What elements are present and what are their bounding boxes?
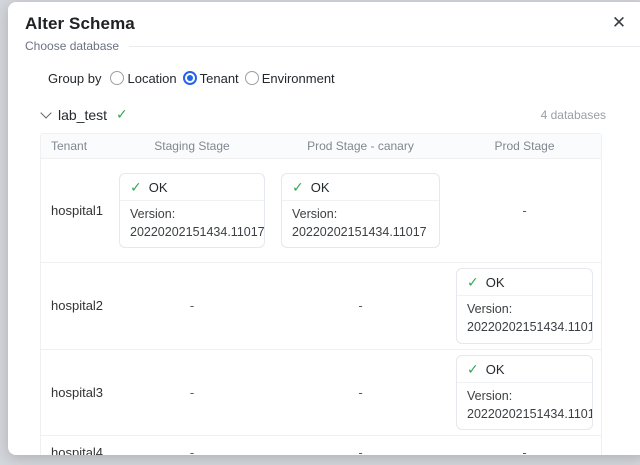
empty-stage-dash: - — [190, 445, 194, 455]
stage-cell: ✓ OK Version: 20220202151434.11017 — [273, 159, 448, 263]
stage-cell: ✓ OK Version: 20220202151434.11017 — [111, 159, 273, 263]
stage-cell: - — [273, 436, 448, 455]
radio-environment-icon[interactable] — [245, 71, 259, 85]
check-icon: ✓ — [130, 179, 142, 196]
status-card: ✓ OK Version: 20220202151434.11017 — [281, 173, 440, 248]
tenant-name: hospital3 — [41, 350, 111, 436]
database-group-name[interactable]: lab_test — [58, 107, 107, 123]
card-status-row: ✓ OK — [120, 174, 264, 200]
empty-stage-dash: - — [190, 385, 194, 400]
version-label: Version: — [467, 300, 582, 318]
version-value: 20220202151434.11017 — [292, 223, 429, 241]
empty-stage-dash: - — [358, 385, 362, 400]
stage-cell: - — [273, 263, 448, 349]
column-header-prod-stage-canary: Prod Stage - canary — [273, 134, 448, 159]
group-check-icon: ✓ — [116, 106, 128, 123]
version-label: Version: — [130, 205, 254, 223]
card-status-label: OK — [486, 362, 505, 377]
group-by-row: Group by Location Tenant Environment — [48, 67, 606, 89]
version-value: 20220202151434.11017 — [467, 405, 582, 423]
modal-title: Alter Schema — [25, 14, 628, 34]
table-row-hospital1: hospital1 ✓ OK Version: 20220202151434.1… — [41, 159, 601, 263]
status-card: ✓ OK Version: 20220202151434.11017 — [456, 355, 593, 430]
card-status-row: ✓ OK — [457, 269, 592, 295]
table-row-hospital3: hospital3 - - ✓ OK — [41, 350, 601, 436]
card-version: Version: 20220202151434.11017 — [457, 383, 592, 429]
stage-cell: ✓ OK Version: 20220202151434.11017 — [448, 263, 601, 349]
group-by-label: Group by — [48, 71, 101, 86]
database-group-header[interactable]: lab_test ✓ 4 databases — [42, 106, 606, 123]
card-status-row: ✓ OK — [457, 356, 592, 382]
status-card: ✓ OK Version: 20220202151434.11017 — [119, 173, 265, 248]
column-header-prod-stage: Prod Stage — [448, 134, 601, 159]
table-header-row: Tenant Staging Stage Prod Stage - canary… — [41, 134, 601, 159]
modal-subtitle-row: Choose database — [8, 39, 640, 53]
version-value: 20220202151434.11017 — [467, 318, 582, 336]
column-header-staging-stage: Staging Stage — [111, 134, 273, 159]
radio-environment-label[interactable]: Environment — [262, 71, 335, 86]
stage-cell: - — [273, 350, 448, 436]
card-status-label: OK — [311, 180, 330, 195]
check-icon: ✓ — [292, 179, 304, 196]
modal-subtitle: Choose database — [25, 39, 119, 53]
radio-tenant-icon[interactable] — [183, 71, 197, 85]
empty-stage-dash: - — [522, 445, 526, 455]
stage-cell: - — [448, 159, 601, 263]
chevron-down-icon[interactable] — [40, 107, 51, 118]
table-row-hospital2: hospital2 - - ✓ OK — [41, 263, 601, 349]
card-version: Version: 20220202151434.11017 — [120, 201, 264, 247]
card-version: Version: 20220202151434.11017 — [282, 201, 439, 247]
database-count-label: 4 databases — [541, 108, 606, 122]
stage-cell: - — [111, 436, 273, 455]
check-icon: ✓ — [467, 361, 479, 378]
radio-location-icon[interactable] — [110, 71, 124, 85]
card-status-label: OK — [486, 275, 505, 290]
empty-stage-dash: - — [358, 298, 362, 313]
radio-option-tenant[interactable]: Tenant — [183, 71, 239, 86]
alter-schema-modal: Alter Schema ✕ Choose database Group by … — [8, 2, 640, 455]
tenant-name: hospital4 — [41, 436, 111, 455]
database-table: Tenant Staging Stage Prod Stage - canary… — [40, 133, 602, 455]
card-version: Version: 20220202151434.11017 — [457, 296, 592, 342]
radio-option-location[interactable]: Location — [110, 71, 176, 86]
check-icon: ✓ — [467, 274, 479, 291]
modal-body: Group by Location Tenant Environment lab… — [8, 67, 640, 455]
version-label: Version: — [292, 205, 429, 223]
radio-location-label[interactable]: Location — [127, 71, 176, 86]
card-status-row: ✓ OK — [282, 174, 439, 200]
tenant-name: hospital1 — [41, 159, 111, 263]
table-row-hospital4: hospital4 - - - — [41, 436, 601, 455]
column-header-tenant: Tenant — [41, 134, 111, 159]
subtitle-divider-line — [129, 46, 640, 47]
close-icon[interactable]: ✕ — [608, 12, 630, 34]
stage-cell: - — [111, 350, 273, 436]
stage-cell: - — [111, 263, 273, 349]
tenant-name: hospital2 — [41, 263, 111, 349]
stage-cell: ✓ OK Version: 20220202151434.11017 — [448, 350, 601, 436]
status-card: ✓ OK Version: 20220202151434.11017 — [456, 268, 593, 343]
modal-header: Alter Schema ✕ — [8, 2, 640, 34]
empty-stage-dash: - — [522, 203, 526, 218]
stage-cell: - — [448, 436, 601, 455]
version-label: Version: — [467, 387, 582, 405]
empty-stage-dash: - — [358, 445, 362, 455]
radio-tenant-label[interactable]: Tenant — [200, 71, 239, 86]
radio-option-environment[interactable]: Environment — [245, 71, 335, 86]
empty-stage-dash: - — [190, 298, 194, 313]
version-value: 20220202151434.11017 — [130, 223, 254, 241]
card-status-label: OK — [149, 180, 168, 195]
